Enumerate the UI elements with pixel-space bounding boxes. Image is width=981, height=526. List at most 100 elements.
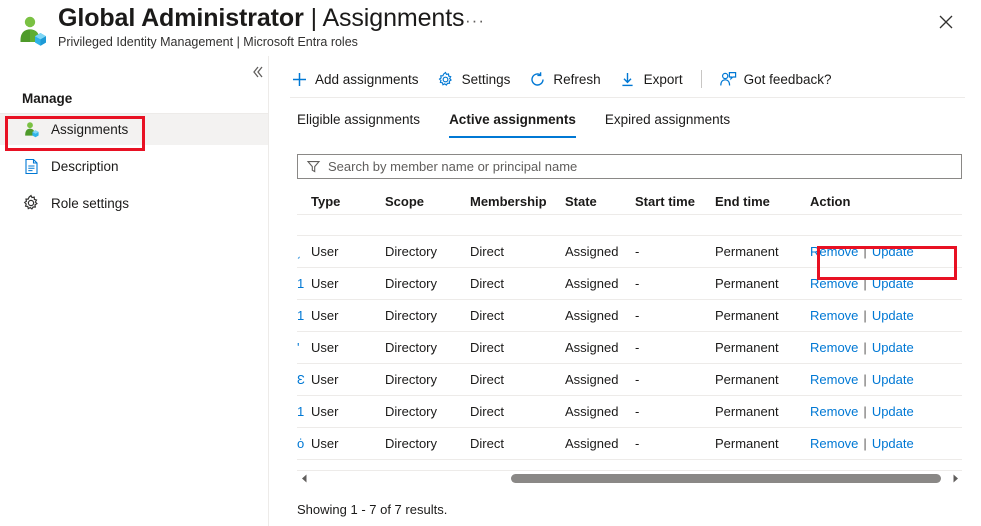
update-link[interactable]: Update	[872, 436, 914, 451]
scrollbar-track[interactable]	[311, 471, 948, 487]
command-bar-divider	[290, 97, 965, 98]
sidebar-item-description[interactable]: Description	[0, 150, 268, 182]
table-row[interactable]: ȯ User Directory Direct Assigned - Perma…	[297, 428, 962, 460]
cell-name: ȯ	[297, 436, 311, 451]
table-body: ͵ User Directory Direct Assigned - Perma…	[297, 236, 962, 460]
table-row[interactable]: Ɛ User Directory Direct Assigned - Perma…	[297, 364, 962, 396]
cell-type: User	[311, 340, 385, 355]
refresh-button[interactable]: Refresh	[528, 63, 600, 95]
gear-icon	[21, 193, 41, 213]
cell-state: Assigned	[565, 308, 635, 323]
cell-scope: Directory	[385, 436, 470, 451]
collapse-sidebar-icon[interactable]	[246, 61, 268, 83]
cell-type: User	[311, 404, 385, 419]
update-link[interactable]: Update	[872, 244, 914, 259]
cell-membership: Direct	[470, 276, 565, 291]
cell-end-time: Permanent	[715, 404, 810, 419]
sidebar-item-label: Role settings	[51, 196, 129, 211]
cell-scope: Directory	[385, 244, 470, 259]
table-row[interactable]: ' User Directory Direct Assigned - Perma…	[297, 332, 962, 364]
table-row[interactable]: 1 User Directory Direct Assigned - Perma…	[297, 268, 962, 300]
more-options-icon[interactable]: ···	[463, 10, 487, 32]
remove-link[interactable]: Remove	[810, 436, 858, 451]
refresh-icon	[528, 70, 546, 88]
sidebar-item-role-settings[interactable]: Role settings	[0, 187, 268, 219]
cell-membership: Direct	[470, 340, 565, 355]
remove-link[interactable]: Remove	[810, 404, 858, 419]
tab-active-assignments[interactable]: Active assignments	[449, 112, 576, 138]
scroll-left-arrow-icon[interactable]	[297, 471, 311, 487]
cell-membership: Direct	[470, 244, 565, 259]
update-link[interactable]: Update	[872, 372, 914, 387]
cell-name: 1	[297, 276, 311, 291]
update-link[interactable]: Update	[872, 276, 914, 291]
cell-state: Assigned	[565, 404, 635, 419]
cell-start-time: -	[635, 404, 715, 419]
remove-link[interactable]: Remove	[810, 308, 858, 323]
cell-membership: Direct	[470, 404, 565, 419]
table-row[interactable]: 1 User Directory Direct Assigned - Perma…	[297, 396, 962, 428]
export-button[interactable]: Export	[619, 63, 683, 95]
action-separator: |	[863, 372, 866, 387]
search-input[interactable]	[326, 156, 961, 177]
cell-action: Remove | Update	[810, 244, 962, 259]
scrollbar-thumb[interactable]	[511, 474, 941, 483]
breadcrumb: Privileged Identity Management | Microso…	[58, 35, 358, 49]
table-spacer-row	[297, 215, 962, 236]
got-feedback-button[interactable]: Got feedback?	[719, 63, 832, 95]
cell-name: 1	[297, 308, 311, 323]
cell-end-time: Permanent	[715, 436, 810, 451]
column-header-state: State	[565, 194, 635, 209]
page-title-separator: |	[304, 4, 323, 32]
horizontal-scrollbar[interactable]	[297, 470, 962, 486]
table-row[interactable]: 1 User Directory Direct Assigned - Perma…	[297, 300, 962, 332]
sidebar: Manage Assignments	[0, 56, 269, 526]
tab-expired-assignments[interactable]: Expired assignments	[605, 112, 730, 138]
update-link[interactable]: Update	[872, 308, 914, 323]
page-title: Global Administrator | Assignments	[58, 2, 464, 34]
cell-name: ͵	[297, 244, 311, 259]
update-link[interactable]: Update	[872, 404, 914, 419]
cell-name: Ɛ	[297, 372, 311, 387]
update-link[interactable]: Update	[872, 340, 914, 355]
got-feedback-label: Got feedback?	[744, 72, 832, 87]
close-icon[interactable]	[932, 8, 960, 36]
sidebar-item-label: Assignments	[51, 122, 128, 137]
tab-eligible-assignments[interactable]: Eligible assignments	[297, 112, 420, 138]
settings-label: Settings	[462, 72, 511, 87]
command-bar: Add assignments Settings Refresh	[290, 62, 965, 96]
cell-start-time: -	[635, 276, 715, 291]
refresh-label: Refresh	[553, 72, 600, 87]
cell-type: User	[311, 244, 385, 259]
cell-type: User	[311, 276, 385, 291]
table-row[interactable]: ͵ User Directory Direct Assigned - Perma…	[297, 236, 962, 268]
user-role-icon	[21, 120, 41, 140]
remove-link[interactable]: Remove	[810, 244, 858, 259]
gear-icon	[437, 70, 455, 88]
remove-link[interactable]: Remove	[810, 276, 858, 291]
assignments-table: Type Scope Membership State Start time E…	[297, 188, 962, 460]
search-box[interactable]	[297, 154, 962, 179]
action-separator: |	[863, 404, 866, 419]
cell-end-time: Permanent	[715, 372, 810, 387]
cell-end-time: Permanent	[715, 340, 810, 355]
document-icon	[21, 156, 41, 176]
cell-name: 1	[297, 404, 311, 419]
sidebar-item-label: Description	[51, 159, 119, 174]
cell-action: Remove | Update	[810, 372, 962, 387]
scroll-right-arrow-icon[interactable]	[948, 471, 962, 487]
settings-button[interactable]: Settings	[437, 63, 511, 95]
cell-scope: Directory	[385, 340, 470, 355]
cell-membership: Direct	[470, 308, 565, 323]
column-header-type: Type	[311, 194, 385, 209]
cell-type: User	[311, 372, 385, 387]
action-separator: |	[863, 244, 866, 259]
remove-link[interactable]: Remove	[810, 372, 858, 387]
sidebar-item-assignments[interactable]: Assignments	[0, 113, 268, 145]
page-title-section: Assignments	[322, 4, 464, 32]
column-header-action: Action	[810, 194, 962, 209]
cell-state: Assigned	[565, 244, 635, 259]
add-assignments-button[interactable]: Add assignments	[290, 63, 419, 95]
table-header-row: Type Scope Membership State Start time E…	[297, 188, 962, 215]
remove-link[interactable]: Remove	[810, 340, 858, 355]
